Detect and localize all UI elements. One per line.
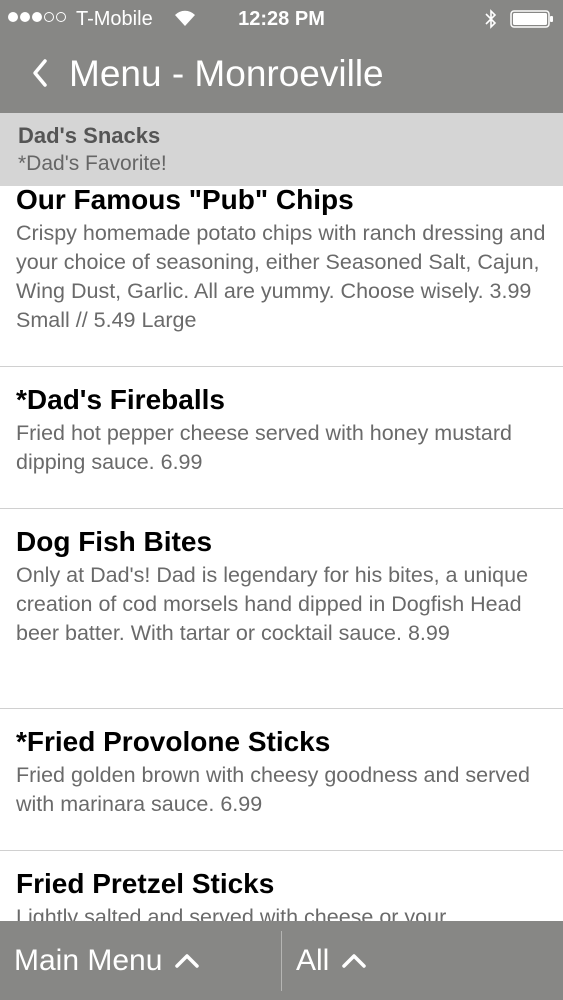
back-chevron-icon[interactable] [30, 56, 50, 90]
section-subtitle: *Dad's Favorite! [18, 152, 167, 175]
item-description: Crispy homemade potato chips with ranch … [16, 221, 546, 332]
bluetooth-icon [485, 9, 497, 29]
chevron-up-icon [175, 953, 200, 968]
page-title: Menu - Monroeville [69, 53, 384, 94]
menu-item-dads-fireballs[interactable]: *Dad's Fireballs Fried hot pepper cheese… [0, 367, 563, 509]
item-description: Fried golden brown with cheesy goodness … [16, 763, 530, 816]
section-title: Dad's Snacks [18, 123, 161, 148]
section-header: Dad's Snacks *Dad's Favorite! [0, 113, 563, 186]
item-description: Lightly salted and served with cheese or… [16, 905, 447, 921]
item-description: Fried hot pepper cheese served with hone… [16, 421, 512, 474]
menu-item-fried-pretzel-sticks[interactable]: Fried Pretzel Sticks Lightly salted and … [0, 851, 563, 921]
status-time: 12:28 PM [238, 8, 325, 30]
status-bar: T-Mobile 12:28 PM [0, 0, 563, 40]
item-description: Only at Dad's! Dad is legendary for his … [16, 563, 529, 645]
all-filter-label: All [296, 943, 330, 977]
chevron-up-icon [342, 953, 367, 968]
menu-items: Our Famous "Pub" Chips Crispy homemade p… [0, 183, 563, 921]
main-menu-label: Main Menu [14, 943, 163, 977]
menu-item-fried-provolone-sticks[interactable]: *Fried Provolone Sticks Fried golden bro… [0, 709, 563, 851]
battery-icon [510, 10, 553, 28]
footer-divider [281, 931, 282, 991]
bottom-toolbar: Main Menu All [0, 921, 563, 1000]
header: T-Mobile 12:28 PM Menu - Monroeville [0, 0, 563, 113]
item-name: Our Famous "Pub" Chips [16, 184, 354, 215]
main-menu-button[interactable]: Main Menu [14, 921, 200, 1000]
item-name: *Dad's Fireballs [16, 384, 225, 415]
item-name: *Fried Provolone Sticks [16, 726, 331, 757]
menu-item-pub-chips[interactable]: Our Famous "Pub" Chips Crispy homemade p… [0, 183, 563, 367]
menu-item-dog-fish-bites[interactable]: Dog Fish Bites Only at Dad's! Dad is leg… [0, 509, 563, 709]
menu-list[interactable]: Dad's Snacks *Dad's Favorite! Our Famous… [0, 113, 563, 921]
item-name: Dog Fish Bites [16, 526, 213, 557]
all-filter-button[interactable]: All [296, 921, 367, 1000]
item-name: Fried Pretzel Sticks [16, 868, 275, 899]
